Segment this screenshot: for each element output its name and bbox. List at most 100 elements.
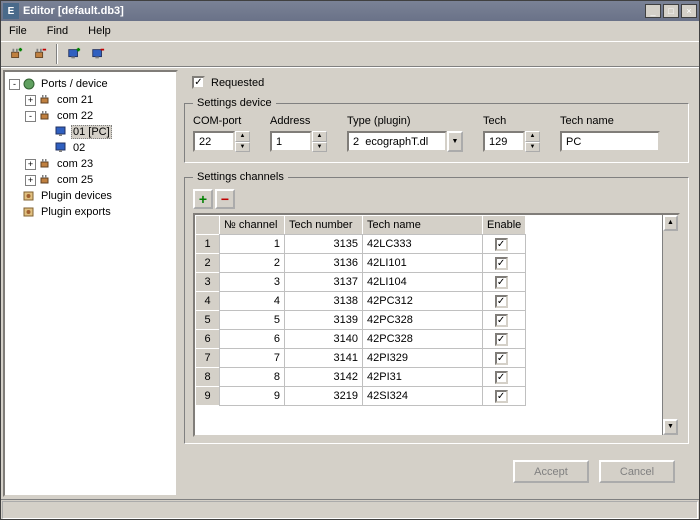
close-button[interactable]: × — [681, 4, 697, 18]
cell-tech-number[interactable]: 3140 — [285, 330, 363, 349]
tree-root-ports[interactable]: -Ports / device — [7, 76, 174, 92]
col-enable[interactable]: Enable — [483, 216, 526, 235]
cell-tech-number[interactable]: 3139 — [285, 311, 363, 330]
type-input[interactable] — [347, 131, 447, 152]
cell-enable[interactable]: ✓ — [483, 311, 526, 330]
toolbar-device-remove-button[interactable] — [87, 43, 109, 65]
enable-checkbox[interactable]: ✓ — [495, 257, 508, 270]
spin-up-button[interactable]: ▲ — [312, 131, 327, 142]
collapse-icon[interactable]: - — [9, 79, 20, 90]
cell-enable[interactable]: ✓ — [483, 273, 526, 292]
col-tech-number[interactable]: Tech number — [285, 216, 363, 235]
toolbar-device-add-button[interactable] — [63, 43, 85, 65]
cell-tech-name[interactable]: 42PI329 — [363, 349, 483, 368]
cell-channel[interactable]: 6 — [220, 330, 285, 349]
cell-tech-name[interactable]: 42PC328 — [363, 330, 483, 349]
toolbar-add-button[interactable] — [5, 43, 27, 65]
enable-checkbox[interactable]: ✓ — [495, 352, 508, 365]
enable-checkbox[interactable]: ✓ — [495, 295, 508, 308]
cell-enable[interactable]: ✓ — [483, 368, 526, 387]
tree-plugin-exports[interactable]: Plugin exports — [7, 204, 174, 220]
enable-checkbox[interactable]: ✓ — [495, 238, 508, 251]
cell-tech-number[interactable]: 3135 — [285, 235, 363, 254]
cell-enable[interactable]: ✓ — [483, 235, 526, 254]
tree-panel[interactable]: -Ports / device +com 21 -com 22 01 [PC] … — [3, 70, 178, 497]
cell-channel[interactable]: 2 — [220, 254, 285, 273]
accept-button[interactable]: Accept — [513, 460, 589, 483]
cell-tech-name[interactable]: 42LI104 — [363, 273, 483, 292]
cell-enable[interactable]: ✓ — [483, 292, 526, 311]
cell-tech-number[interactable]: 3219 — [285, 387, 363, 406]
spin-down-button[interactable]: ▼ — [525, 142, 540, 153]
tree-com22[interactable]: -com 22 — [7, 108, 174, 124]
cell-enable[interactable]: ✓ — [483, 330, 526, 349]
cell-channel[interactable]: 9 — [220, 387, 285, 406]
table-row[interactable]: 22313642LI101✓ — [196, 254, 526, 273]
toolbar-remove-button[interactable] — [29, 43, 51, 65]
cell-channel[interactable]: 8 — [220, 368, 285, 387]
tree-com22-02[interactable]: 02 — [7, 140, 174, 156]
table-row[interactable]: 88314242PI31✓ — [196, 368, 526, 387]
spin-down-button[interactable]: ▼ — [312, 142, 327, 153]
collapse-icon[interactable]: - — [25, 111, 36, 122]
menu-find[interactable]: Find — [43, 23, 72, 39]
cell-channel[interactable]: 1 — [220, 235, 285, 254]
menu-help[interactable]: Help — [84, 23, 115, 39]
scroll-down-button[interactable]: ▼ — [663, 419, 678, 435]
minimize-button[interactable]: _ — [645, 4, 661, 18]
address-input[interactable] — [270, 131, 312, 152]
expand-icon[interactable]: + — [25, 159, 36, 170]
table-row[interactable]: 33313742LI104✓ — [196, 273, 526, 292]
expand-icon[interactable]: + — [25, 175, 36, 186]
table-row[interactable]: 44313842PC312✓ — [196, 292, 526, 311]
cell-tech-number[interactable]: 3137 — [285, 273, 363, 292]
spin-up-button[interactable]: ▲ — [525, 131, 540, 142]
expand-icon[interactable]: + — [25, 95, 36, 106]
cell-channel[interactable]: 3 — [220, 273, 285, 292]
cell-tech-number[interactable]: 3138 — [285, 292, 363, 311]
tech-name-input[interactable] — [560, 131, 660, 152]
col-tech-name[interactable]: Tech name — [363, 216, 483, 235]
tree-com21[interactable]: +com 21 — [7, 92, 174, 108]
table-row[interactable]: 77314142PI329✓ — [196, 349, 526, 368]
dropdown-button[interactable]: ▼ — [447, 131, 463, 152]
cancel-button[interactable]: Cancel — [599, 460, 675, 483]
cell-tech-number[interactable]: 3142 — [285, 368, 363, 387]
spin-up-button[interactable]: ▲ — [235, 131, 250, 142]
tree-com23[interactable]: +com 23 — [7, 156, 174, 172]
tree-com25[interactable]: +com 25 — [7, 172, 174, 188]
tech-input[interactable] — [483, 131, 525, 152]
table-row[interactable]: 66314042PC328✓ — [196, 330, 526, 349]
cell-tech-name[interactable]: 42LI101 — [363, 254, 483, 273]
table-row[interactable]: 11313542LC333✓ — [196, 235, 526, 254]
cell-channel[interactable]: 4 — [220, 292, 285, 311]
scroll-up-button[interactable]: ▲ — [663, 215, 678, 231]
tree-com22-01[interactable]: 01 [PC] — [7, 124, 174, 140]
channel-add-button[interactable]: + — [193, 189, 213, 209]
cell-tech-name[interactable]: 42PC312 — [363, 292, 483, 311]
cell-enable[interactable]: ✓ — [483, 254, 526, 273]
table-row[interactable]: 55313942PC328✓ — [196, 311, 526, 330]
enable-checkbox[interactable]: ✓ — [495, 276, 508, 289]
enable-checkbox[interactable]: ✓ — [495, 371, 508, 384]
cell-tech-name[interactable]: 42LC333 — [363, 235, 483, 254]
table-scrollbar[interactable]: ▲ ▼ — [662, 215, 678, 435]
table-row[interactable]: 99321942SI324✓ — [196, 387, 526, 406]
col-channel[interactable]: № channel — [220, 216, 285, 235]
col-rownum[interactable] — [196, 216, 220, 235]
cell-enable[interactable]: ✓ — [483, 387, 526, 406]
menu-file[interactable]: File — [5, 23, 31, 39]
channel-remove-button[interactable]: − — [215, 189, 235, 209]
enable-checkbox[interactable]: ✓ — [495, 333, 508, 346]
cell-tech-number[interactable]: 3136 — [285, 254, 363, 273]
cell-channel[interactable]: 7 — [220, 349, 285, 368]
requested-checkbox[interactable]: ✓ — [192, 76, 205, 89]
cell-tech-name[interactable]: 42PC328 — [363, 311, 483, 330]
cell-channel[interactable]: 5 — [220, 311, 285, 330]
tree-plugin-devices[interactable]: Plugin devices — [7, 188, 174, 204]
cell-tech-number[interactable]: 3141 — [285, 349, 363, 368]
cell-tech-name[interactable]: 42SI324 — [363, 387, 483, 406]
enable-checkbox[interactable]: ✓ — [495, 314, 508, 327]
cell-tech-name[interactable]: 42PI31 — [363, 368, 483, 387]
enable-checkbox[interactable]: ✓ — [495, 390, 508, 403]
